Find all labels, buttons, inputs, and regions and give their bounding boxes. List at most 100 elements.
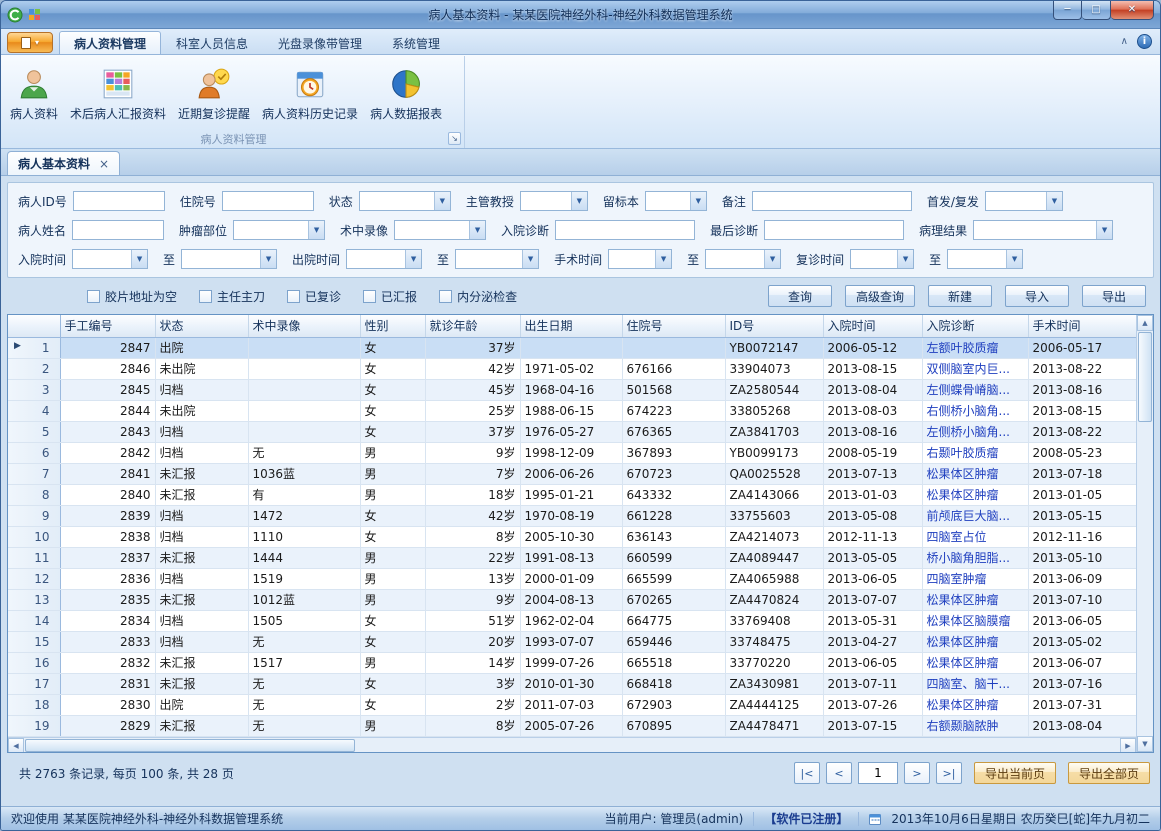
scroll-left-icon[interactable]: ◀ [8,738,24,753]
ribbon-tab[interactable]: 光盘录像带管理 [263,31,377,54]
checkbox-revisited[interactable]: 已复诊 [287,288,341,305]
table-row[interactable]: 32845归档女45岁1968-04-16501568ZA25805442013… [8,379,1136,400]
application-menu-button[interactable]: ▾ [7,32,53,53]
table-row[interactable]: 82840未汇报有男18岁1995-01-21643332ZA414306620… [8,484,1136,505]
dropdown-arrow-icon[interactable]: ▼ [434,192,450,210]
page-number-input[interactable] [858,762,898,784]
ribbon-collapse-icon[interactable]: ∧ [1121,36,1128,47]
column-header[interactable]: 入院时间 [823,315,922,337]
checkbox-reported[interactable]: 已汇报 [363,288,417,305]
filter-input[interactable] [222,191,314,211]
filter-combo[interactable]: ▼ [947,249,1023,269]
filter-combo[interactable]: ▼ [394,220,486,240]
table-row[interactable]: 62842归档无男9岁1998-12-09367893YB00991732008… [8,442,1136,463]
dropdown-arrow-icon[interactable]: ▼ [1006,250,1022,268]
checkbox-chief-surgeon[interactable]: 主任主刀 [199,288,265,305]
export-button[interactable]: 导出 [1082,285,1146,307]
patient-history-button[interactable]: 病人资料历史记录 [257,58,363,130]
checkbox-endocrine-check[interactable]: 内分泌检查 [439,288,517,305]
minimize-button[interactable]: ─ [1053,1,1082,20]
table-row[interactable]: 162832未汇报1517男14岁1999-07-266655183377022… [8,652,1136,673]
table-row[interactable]: 22846未出院女42岁1971-05-02676166339040732013… [8,358,1136,379]
checkbox[interactable] [439,290,452,303]
export-all-pages-button[interactable]: 导出全部页 [1068,762,1150,784]
scroll-down-icon[interactable]: ▼ [1137,736,1153,752]
table-row[interactable]: 122836归档1519男13岁2000-01-09665599ZA406598… [8,568,1136,589]
filter-combo[interactable]: ▼ [455,249,539,269]
table-row[interactable]: 72841未汇报1036蓝男7岁2006-06-26670723QA002552… [8,463,1136,484]
scroll-up-icon[interactable]: ▲ [1137,315,1153,331]
checkbox[interactable] [199,290,212,303]
filter-combo[interactable]: ▼ [645,191,707,211]
checkbox-film-address-empty[interactable]: 胶片地址为空 [87,288,177,305]
ribbon-tab[interactable]: 科室人员信息 [161,31,263,54]
table-row[interactable]: 102838归档1110女8岁2005-10-30636143ZA4214073… [8,526,1136,547]
patient-report-button[interactable]: 病人数据报表 [365,58,447,130]
column-header[interactable]: 入院诊断 [922,315,1028,337]
table-row[interactable]: 132835未汇报1012蓝男9岁2004-08-13670265ZA44708… [8,589,1136,610]
quick-access-icon[interactable] [28,8,41,21]
column-header[interactable]: 术中录像 [248,315,360,337]
table-row[interactable]: 52843归档女37岁1976-05-27676365ZA38417032013… [8,421,1136,442]
pager-next-button[interactable]: > [904,762,930,784]
filter-input[interactable] [73,191,165,211]
new-button[interactable]: 新建 [928,285,992,307]
table-row[interactable]: 42844未出院女25岁1988-06-15674223338052682013… [8,400,1136,421]
export-current-page-button[interactable]: 导出当前页 [974,762,1056,784]
filter-combo[interactable]: ▼ [233,220,325,240]
filter-input[interactable] [72,220,164,240]
close-button[interactable]: ✕ [1111,1,1154,20]
dropdown-arrow-icon[interactable]: ▼ [308,221,324,239]
filter-combo[interactable]: ▼ [608,249,672,269]
pager-first-button[interactable]: |< [794,762,820,784]
tab-patient-basic-info[interactable]: 病人基本资料 × [7,151,120,175]
filter-combo[interactable]: ▼ [985,191,1063,211]
dropdown-arrow-icon[interactable]: ▼ [469,221,485,239]
dropdown-arrow-icon[interactable]: ▼ [260,250,276,268]
checkbox[interactable] [87,290,100,303]
dialog-launcher-icon[interactable]: ↘ [448,132,461,145]
column-header[interactable]: 性别 [360,315,425,337]
vertical-scroll-thumb[interactable] [1138,332,1152,422]
column-header[interactable]: 状态 [155,315,248,337]
table-row[interactable]: 92839归档1472女42岁1970-08-19661228337556032… [8,505,1136,526]
filter-combo[interactable]: ▼ [520,191,588,211]
dropdown-arrow-icon[interactable]: ▼ [764,250,780,268]
horizontal-scrollbar[interactable]: ◀ ▶ [8,737,1136,753]
column-header[interactable]: 出生日期 [520,315,622,337]
filter-combo[interactable]: ▼ [705,249,781,269]
filter-combo[interactable]: ▼ [359,191,451,211]
import-button[interactable]: 导入 [1005,285,1069,307]
table-row[interactable]: 142834归档1505女51岁1962-02-0466477533769408… [8,610,1136,631]
column-header[interactable]: 住院号 [622,315,725,337]
dropdown-arrow-icon[interactable]: ▼ [897,250,913,268]
dropdown-arrow-icon[interactable]: ▼ [522,250,538,268]
checkbox[interactable] [363,290,376,303]
filter-combo[interactable]: ▼ [973,220,1113,240]
dropdown-arrow-icon[interactable]: ▼ [405,250,421,268]
patient-data-button[interactable]: 病人资料 [5,58,63,130]
filter-combo[interactable]: ▼ [72,249,148,269]
dropdown-arrow-icon[interactable]: ▼ [1096,221,1112,239]
pager-last-button[interactable]: >| [936,762,962,784]
filter-combo[interactable]: ▼ [346,249,422,269]
ribbon-tab[interactable]: 系统管理 [377,31,455,54]
column-header[interactable]: 手术时间 [1028,315,1136,337]
column-header[interactable]: ID号 [725,315,823,337]
revisit-reminder-button[interactable]: 近期复诊提醒 [173,58,255,130]
checkbox[interactable] [287,290,300,303]
scroll-right-icon[interactable]: ▶ [1120,738,1136,753]
table-row[interactable]: 112837未汇报1444男22岁1991-08-13660599ZA40894… [8,547,1136,568]
maximize-button[interactable]: □ [1082,1,1111,20]
table-row[interactable]: 182830出院无女2岁2011-07-03672903ZA4444125201… [8,694,1136,715]
tab-close-icon[interactable]: × [99,157,109,171]
filter-input[interactable] [752,191,912,211]
table-row[interactable]: 192829未汇报无男8岁2005-07-26670895ZA447847120… [8,715,1136,736]
horizontal-scroll-thumb[interactable] [25,739,355,752]
help-icon[interactable]: i [1137,34,1152,49]
table-row[interactable]: 172831未汇报无女3岁2010-01-30668418ZA343098120… [8,673,1136,694]
dropdown-arrow-icon[interactable]: ▼ [655,250,671,268]
pager-prev-button[interactable]: < [826,762,852,784]
filter-input[interactable] [555,220,695,240]
vertical-scrollbar[interactable]: ▲ ▼ [1136,315,1153,752]
